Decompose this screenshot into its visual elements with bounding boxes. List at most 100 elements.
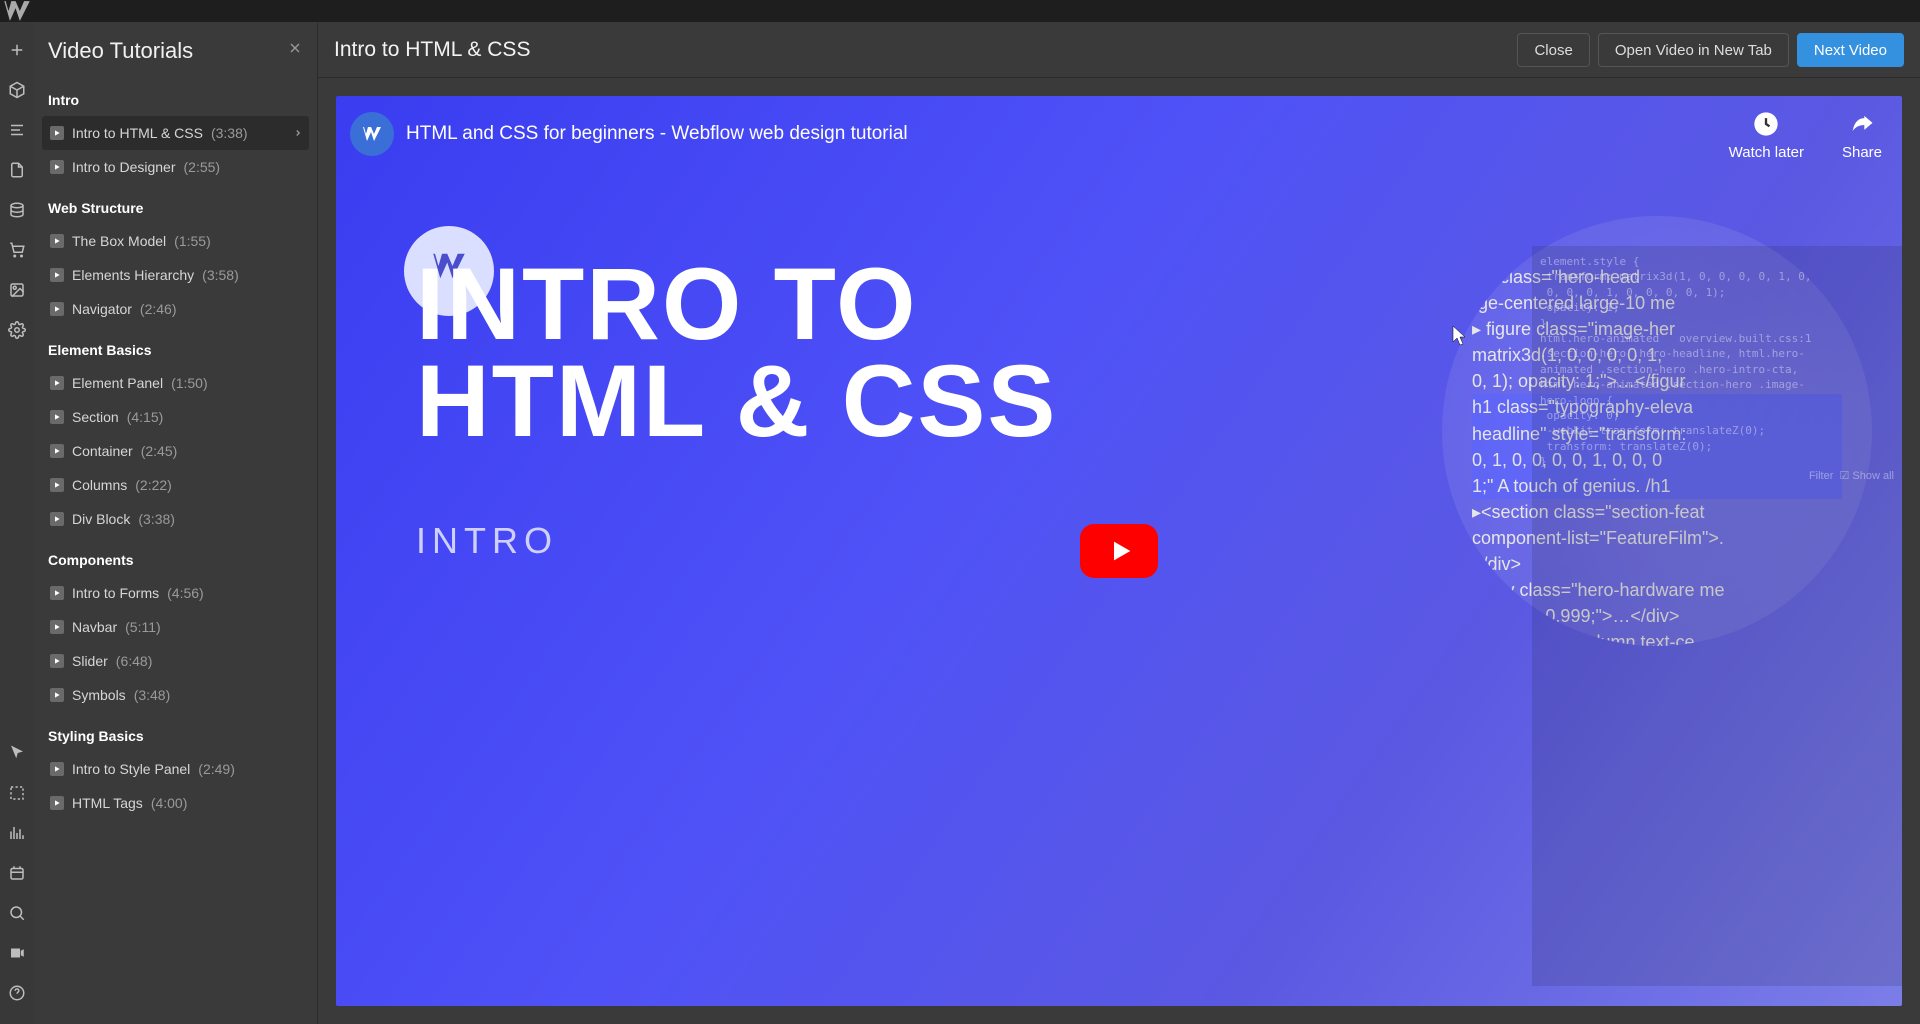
youtube-title: HTML and CSS for beginners - Webflow web… xyxy=(406,123,908,145)
open-new-tab-button[interactable]: Open Video in New Tab xyxy=(1598,33,1789,67)
backup-icon[interactable] xyxy=(0,854,34,892)
play-icon xyxy=(50,762,64,776)
chevron-right-icon xyxy=(293,125,303,141)
tutorial-title: Navigator xyxy=(72,301,132,317)
tutorial-title: Intro to Designer xyxy=(72,159,176,175)
play-icon xyxy=(50,126,64,140)
section-heading: Web Structure xyxy=(42,190,309,224)
play-icon xyxy=(50,654,64,668)
next-video-button[interactable]: Next Video xyxy=(1797,33,1904,67)
audit-icon[interactable] xyxy=(0,814,34,852)
tutorial-duration: (2:46) xyxy=(140,301,177,317)
tutorial-duration: (3:48) xyxy=(134,687,171,703)
tutorial-title: Slider xyxy=(72,653,108,669)
tutorial-list[interactable]: IntroIntro to HTML & CSS(3:38)Intro to D… xyxy=(34,78,317,1024)
tutorial-title: Container xyxy=(72,443,133,459)
tutorial-title: Div Block xyxy=(72,511,130,527)
settings-icon[interactable] xyxy=(0,311,34,349)
play-icon xyxy=(50,512,64,526)
tutorial-item[interactable]: Element Panel (1:50) xyxy=(42,366,309,400)
section-heading: Styling Basics xyxy=(42,718,309,752)
ecommerce-icon[interactable] xyxy=(0,231,34,269)
play-button[interactable] xyxy=(1080,524,1158,578)
video-thumbnail-content: INTRO TO HTML & CSS INTRO xyxy=(416,256,1382,966)
section-heading: Intro xyxy=(42,82,309,116)
watch-later-button[interactable]: Watch later xyxy=(1729,110,1804,161)
tutorial-item[interactable]: Div Block (3:38) xyxy=(42,502,309,536)
tutorial-title: Intro to Forms xyxy=(72,585,159,601)
tutorial-item[interactable]: Intro to Forms (4:56) xyxy=(42,576,309,610)
play-icon xyxy=(50,444,64,458)
tutorial-duration: (6:48) xyxy=(116,653,153,669)
play-icon xyxy=(50,586,64,600)
tutorial-item[interactable]: HTML Tags (4:00) xyxy=(42,786,309,820)
tutorial-title: Intro to Style Panel xyxy=(72,761,190,777)
video-embed[interactable]: HTML and CSS for beginners - Webflow web… xyxy=(336,96,1902,1006)
play-icon xyxy=(50,302,64,316)
play-icon xyxy=(50,478,64,492)
tutorial-item[interactable]: Intro to Style Panel (2:49) xyxy=(42,752,309,786)
tutorial-duration: (4:15) xyxy=(127,409,164,425)
app-topbar xyxy=(0,0,1920,23)
tutorial-duration: (1:50) xyxy=(171,375,208,391)
tutorial-duration: (2:45) xyxy=(141,443,178,459)
assets-icon[interactable] xyxy=(0,271,34,309)
tutorial-duration: (4:00) xyxy=(151,795,188,811)
play-icon xyxy=(50,268,64,282)
play-icon xyxy=(50,376,64,390)
tutorial-duration: (4:56) xyxy=(167,585,204,601)
tutorial-title: Navbar xyxy=(72,619,117,635)
tutorial-item[interactable]: Elements Hierarchy(3:58) xyxy=(42,258,309,292)
help-icon[interactable] xyxy=(0,974,34,1012)
pages-icon[interactable] xyxy=(0,151,34,189)
tutorial-item[interactable]: Slider (6:48) xyxy=(42,644,309,678)
tutorial-duration: (2:55) xyxy=(184,159,221,175)
tutorial-duration: (3:38) xyxy=(138,511,175,527)
play-icon xyxy=(50,410,64,424)
tutorial-item[interactable]: Columns(2:22) xyxy=(42,468,309,502)
tutorial-item[interactable]: Navigator (2:46) xyxy=(42,292,309,326)
main-header: Intro to HTML & CSS Close Open Video in … xyxy=(318,23,1920,78)
cursor-icon xyxy=(1448,324,1468,353)
page-title: Intro to HTML & CSS xyxy=(334,38,530,62)
tutorial-title: Section xyxy=(72,409,119,425)
devtools-overlay: element.style { transform: matrix3d(1, 0… xyxy=(1532,246,1902,986)
selection-icon[interactable] xyxy=(0,774,34,812)
tutorial-title: Elements Hierarchy xyxy=(72,267,194,283)
channel-avatar[interactable] xyxy=(350,112,394,156)
tutorial-title: HTML Tags xyxy=(72,795,143,811)
cms-icon[interactable] xyxy=(0,191,34,229)
tutorial-item[interactable]: Intro to HTML & CSS(3:38) xyxy=(42,116,309,150)
tutorial-item[interactable]: The Box Model (1:55) xyxy=(42,224,309,258)
tutorial-duration: (2:49) xyxy=(198,761,235,777)
video-tutorials-icon[interactable] xyxy=(0,934,34,972)
tutorial-duration: (5:11) xyxy=(125,619,161,635)
close-button[interactable]: Close xyxy=(1517,33,1589,67)
main-area: Intro to HTML & CSS Close Open Video in … xyxy=(318,23,1920,1024)
play-icon xyxy=(50,688,64,702)
tutorial-title: Element Panel xyxy=(72,375,163,391)
play-icon xyxy=(50,234,64,248)
navigator-icon[interactable] xyxy=(0,111,34,149)
add-element-icon[interactable] xyxy=(0,31,34,69)
search-icon[interactable] xyxy=(0,894,34,932)
tutorial-item[interactable]: Container (2:45) xyxy=(42,434,309,468)
tutorial-item[interactable]: Symbols (3:48) xyxy=(42,678,309,712)
panel-title: Video Tutorials xyxy=(48,38,193,64)
tutorial-item[interactable]: Section (4:15) xyxy=(42,400,309,434)
panel-close-icon[interactable] xyxy=(287,40,303,61)
play-icon xyxy=(50,796,64,810)
play-icon xyxy=(50,160,64,174)
cursor-tool-icon[interactable] xyxy=(0,734,34,772)
tutorial-item[interactable]: Navbar (5:11) xyxy=(42,610,309,644)
play-icon xyxy=(50,620,64,634)
tutorial-title: The Box Model xyxy=(72,233,166,249)
tutorial-duration: (1:55) xyxy=(174,233,211,249)
share-button[interactable]: Share xyxy=(1842,110,1882,161)
tutorial-title: Columns xyxy=(72,477,127,493)
tutorial-title: Intro to HTML & CSS xyxy=(72,125,203,141)
cube-icon[interactable] xyxy=(0,71,34,109)
tutorial-title: Symbols xyxy=(72,687,126,703)
left-rail xyxy=(0,23,34,1024)
tutorial-item[interactable]: Intro to Designer (2:55) xyxy=(42,150,309,184)
